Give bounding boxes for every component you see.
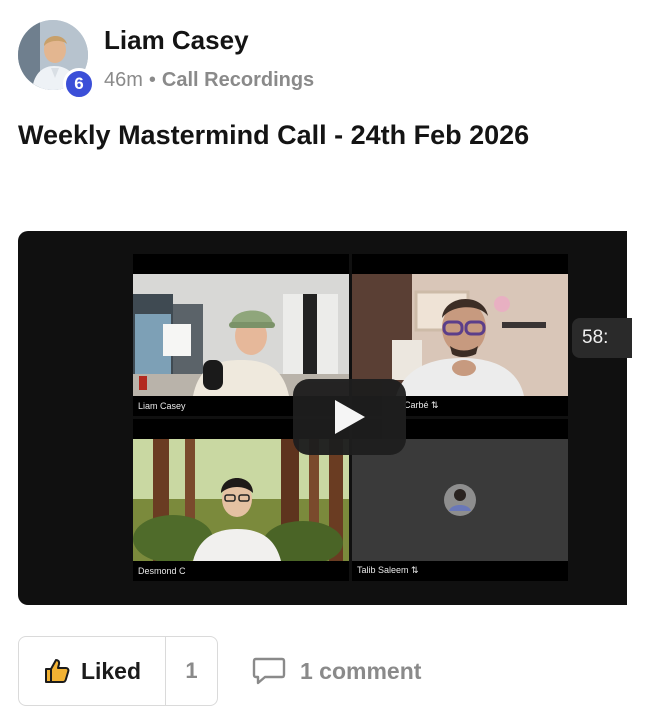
play-icon xyxy=(334,400,365,434)
comment-label: 1 comment xyxy=(300,657,422,684)
post-title: Weekly Mastermind Call - 24th Feb 2026 xyxy=(18,120,530,150)
level-badge: 6 xyxy=(63,68,95,100)
meta-separator: • xyxy=(148,69,156,91)
like-group: Liked 1 xyxy=(18,636,218,706)
participant-video-off xyxy=(352,439,568,561)
post-meta: 46m • Call Recordings xyxy=(104,69,314,92)
like-count[interactable]: 1 xyxy=(166,637,217,705)
participant-name: Carbé ⇅ xyxy=(404,400,439,410)
participant-name: Desmond C xyxy=(138,566,186,576)
video-player[interactable]: Liam Casey Carbé ⇅ Desmond C Talib Salee… xyxy=(18,231,627,605)
author-name[interactable]: Liam Casey xyxy=(104,25,249,56)
participant-video xyxy=(133,274,349,396)
like-label: Liked xyxy=(80,657,142,684)
participant-name: Liam Casey xyxy=(138,401,186,411)
comment-button[interactable]: 1 comment xyxy=(252,652,421,690)
participant-video xyxy=(352,274,568,396)
video-duration: 58: xyxy=(572,318,632,358)
author-avatar-wrap[interactable]: 6 xyxy=(18,20,95,100)
post-time: 46m xyxy=(104,69,143,91)
thumbs-up-icon xyxy=(44,659,70,683)
category-link[interactable]: Call Recordings xyxy=(162,69,314,91)
comment-icon xyxy=(252,657,286,685)
participant-video xyxy=(133,439,349,561)
participant-name: Talib Saleem ⇅ xyxy=(357,565,419,575)
play-button[interactable] xyxy=(293,379,406,455)
like-button[interactable]: Liked xyxy=(19,637,166,705)
